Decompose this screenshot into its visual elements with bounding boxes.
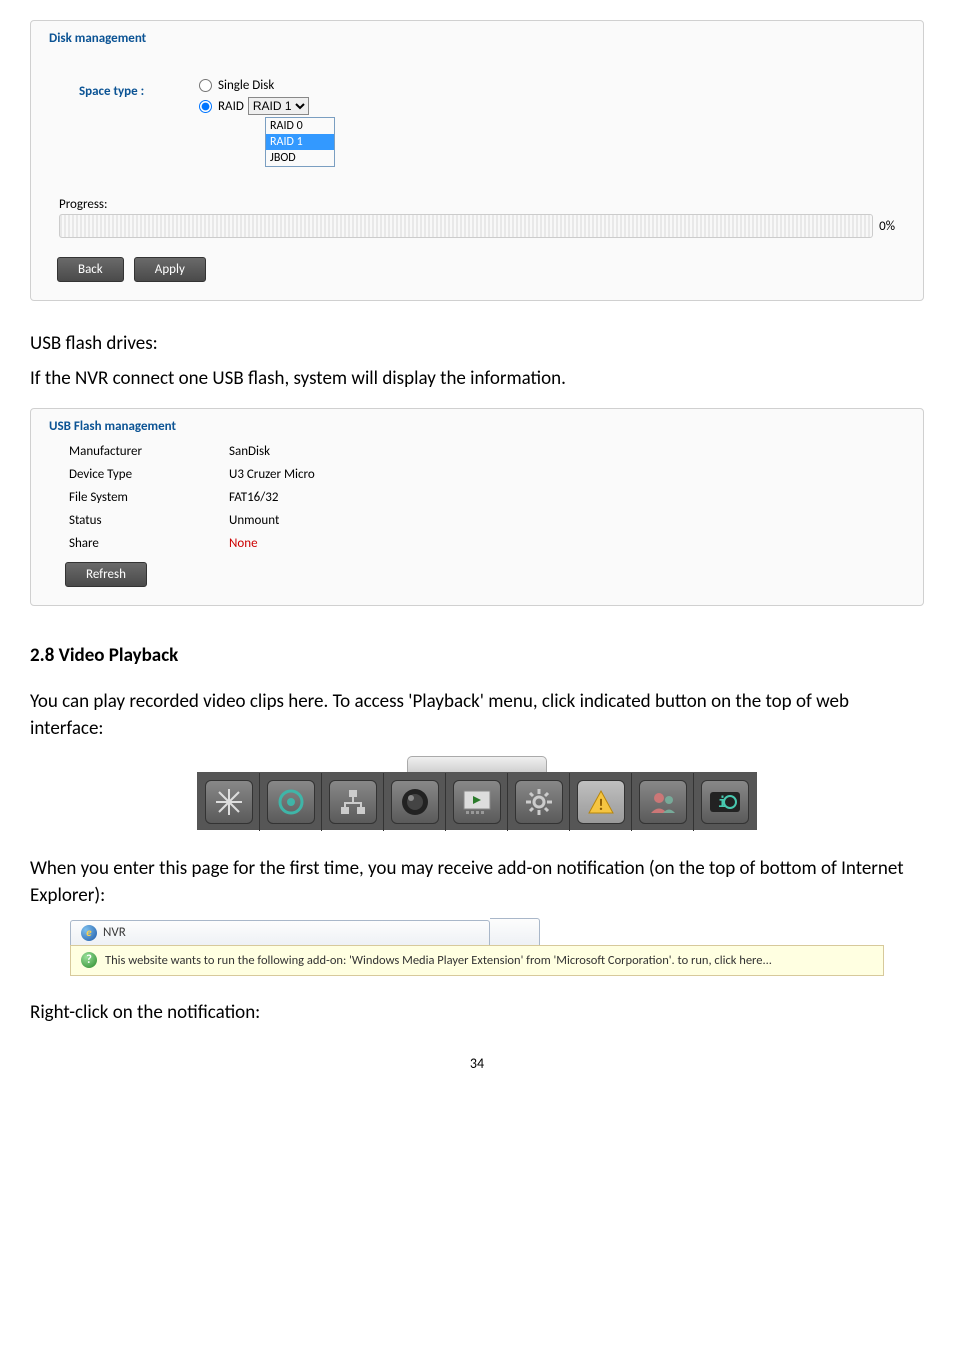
back-button[interactable]: Back	[57, 257, 124, 282]
toolbar-btn-network[interactable]	[322, 773, 384, 831]
page-number: 34	[30, 1055, 924, 1072]
rightclick-text: Right-click on the notification:	[30, 1000, 924, 1027]
space-type-label: Space type :	[79, 84, 199, 99]
warning-triangle-icon: !	[586, 787, 616, 817]
ie-info-text: This website wants to run the following …	[105, 952, 772, 970]
raid-option-1[interactable]: RAID 1	[266, 134, 334, 150]
toolbar-btn-settings[interactable]	[508, 773, 570, 831]
ie-logo-icon: e	[81, 925, 97, 941]
share-label: Share	[69, 536, 229, 551]
help-icon: ?	[81, 952, 97, 968]
raid-option-2[interactable]: JBOD	[266, 150, 334, 166]
toolbar-pull-tab	[407, 756, 547, 772]
screen-play-icon	[461, 786, 493, 818]
ie-tab-title: NVR	[103, 925, 126, 940]
section-heading: 2.8 Video Playback	[30, 644, 924, 667]
toolbar-btn-playback[interactable]	[446, 773, 508, 831]
raid-options-dropdown[interactable]: RAID 0 RAID 1 JBOD	[265, 117, 335, 167]
apply-button[interactable]: Apply	[134, 257, 206, 282]
toolbar-btn-snowflake[interactable]	[198, 773, 260, 831]
toolbar-btn-record[interactable]	[260, 773, 322, 831]
filesystem-label: File System	[69, 490, 229, 505]
status-label: Status	[69, 513, 229, 528]
single-disk-radio[interactable]	[199, 79, 212, 92]
manufacturer-label: Manufacturer	[69, 444, 229, 459]
devicetype-value: U3 Cruzer Micro	[229, 467, 905, 482]
ie-info-bar[interactable]: ? This website wants to run the followin…	[70, 945, 884, 977]
usb-desc: If the NVR connect one USB flash, system…	[30, 366, 924, 393]
manufacturer-value: SanDisk	[229, 444, 905, 459]
ie-tab[interactable]: e NVR	[70, 920, 490, 945]
devicetype-label: Device Type	[69, 467, 229, 482]
io-icon: i	[708, 788, 742, 816]
users-icon	[648, 787, 678, 817]
snowflake-icon	[214, 787, 244, 817]
gear-icon	[524, 787, 554, 817]
record-circle-icon	[276, 787, 306, 817]
status-value: Unmount	[229, 513, 905, 528]
raid-option-0[interactable]: RAID 0	[266, 118, 334, 134]
refresh-button[interactable]: Refresh	[65, 562, 147, 587]
progress-percent: 0%	[879, 219, 895, 234]
network-icon	[338, 787, 368, 817]
disk-management-panel: Disk management Space type : Single Disk…	[30, 20, 924, 301]
usb-legend: USB Flash management	[45, 419, 905, 434]
ie-notification: e NVR ? This website wants to run the fo…	[70, 918, 884, 977]
progress-bar	[59, 214, 873, 238]
ie-tab-side	[490, 918, 540, 945]
playback-desc: You can play recorded video clips here. …	[30, 689, 924, 742]
raid-label: RAID	[218, 99, 244, 114]
toolbar-btn-lens[interactable]	[384, 773, 446, 831]
single-disk-label: Single Disk	[218, 78, 274, 93]
filesystem-value: FAT16/32	[229, 490, 905, 505]
share-value: None	[229, 536, 905, 551]
toolbar-graphic: ! i	[30, 756, 924, 830]
usb-heading: USB flash drives:	[30, 331, 924, 358]
lens-icon	[399, 786, 431, 818]
toolbar-btn-users[interactable]	[632, 773, 694, 831]
toolbar-btn-io[interactable]: i	[694, 773, 756, 831]
svg-text:!: !	[598, 796, 603, 815]
toolbar: ! i	[197, 772, 757, 830]
raid-select[interactable]: RAID 1	[248, 97, 309, 115]
raid-radio[interactable]	[199, 100, 212, 113]
disk-legend: Disk management	[45, 31, 905, 46]
progress-label: Progress:	[59, 197, 905, 212]
usb-flash-panel: USB Flash management Manufacturer SanDis…	[30, 408, 924, 606]
addon-desc: When you enter this page for the first t…	[30, 856, 924, 909]
toolbar-btn-warning[interactable]: !	[570, 773, 632, 831]
